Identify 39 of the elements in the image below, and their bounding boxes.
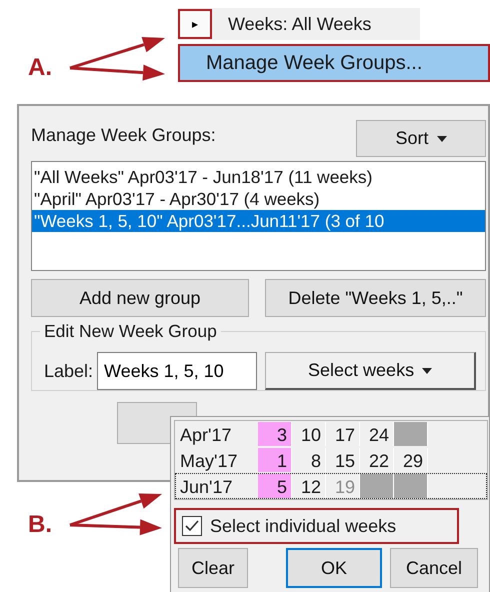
check-icon <box>184 519 200 533</box>
select-weeks-button[interactable]: Select weeks <box>265 352 476 390</box>
week-cell[interactable]: 10 <box>292 422 326 446</box>
week-cell[interactable]: 12 <box>292 474 326 498</box>
dialog-button[interactable]: Clear <box>178 548 248 588</box>
week-cell[interactable]: 1 <box>258 448 292 472</box>
add-group-button[interactable]: Add new group <box>31 279 249 317</box>
checkbox[interactable] <box>182 516 202 536</box>
dialog-button[interactable]: Cancel <box>390 548 478 588</box>
menu-item[interactable]: Manage Week Groups... <box>178 44 490 82</box>
delete-group-button[interactable]: Delete "Weeks 1, 5,.." <box>265 279 486 317</box>
annotation-label: A. <box>28 56 52 80</box>
label-caption: Label: <box>44 360 94 382</box>
caret-icon <box>436 136 446 142</box>
dialog-button[interactable]: OK <box>286 548 382 588</box>
label-field[interactable]: Weeks 1, 5, 10 <box>97 352 258 390</box>
week-cell[interactable]: 5 <box>258 474 292 498</box>
week-cell[interactable]: 8 <box>292 448 326 472</box>
week-cell[interactable]: 29 <box>394 448 428 472</box>
month-label: May'17 <box>179 450 238 472</box>
week-cell[interactable]: 3 <box>258 422 292 446</box>
week-cell[interactable]: 22 <box>360 448 394 472</box>
month-label: Jun'17 <box>179 476 234 498</box>
week-cell[interactable]: 17 <box>326 422 360 446</box>
menu-title: Weeks: All Weeks <box>228 12 372 36</box>
group-list[interactable]: "All Weeks" Apr03'17 - Jun18'17 (11 weeks) "April" Apr03'17 - Apr30'17 (4 weeks) "Weeks 1, 5, 10" Apr03'17...Jun11'17 (3 of 10 <box>31 161 486 271</box>
annotation-label: B. <box>28 513 52 537</box>
calendar-row[interactable]: May'17 1 8 15 22 29 <box>175 447 487 473</box>
calendar-row[interactable]: Apr'17 3 10 17 24 <box>175 421 487 447</box>
group-list-item[interactable]: "Weeks 1, 5, 10" Apr03'17...Jun11'17 (3 of 10 <box>32 210 485 232</box>
panel-heading: Manage Week Groups: <box>31 124 216 147</box>
checkbox-label: Select individual weeks <box>210 514 396 538</box>
expand-button[interactable]: ▸ <box>178 9 212 39</box>
month-label: Apr'17 <box>179 424 232 446</box>
group-list-item[interactable]: "All Weeks" Apr03'17 - Jun18'17 (11 weeks) <box>32 166 485 188</box>
week-cell[interactable]: 15 <box>326 448 360 472</box>
caret-icon <box>422 368 432 374</box>
group-list-item[interactable]: "April" Apr03'17 - Apr30'17 (4 weeks) <box>32 188 485 210</box>
sort-button[interactable]: Sort <box>356 120 486 157</box>
